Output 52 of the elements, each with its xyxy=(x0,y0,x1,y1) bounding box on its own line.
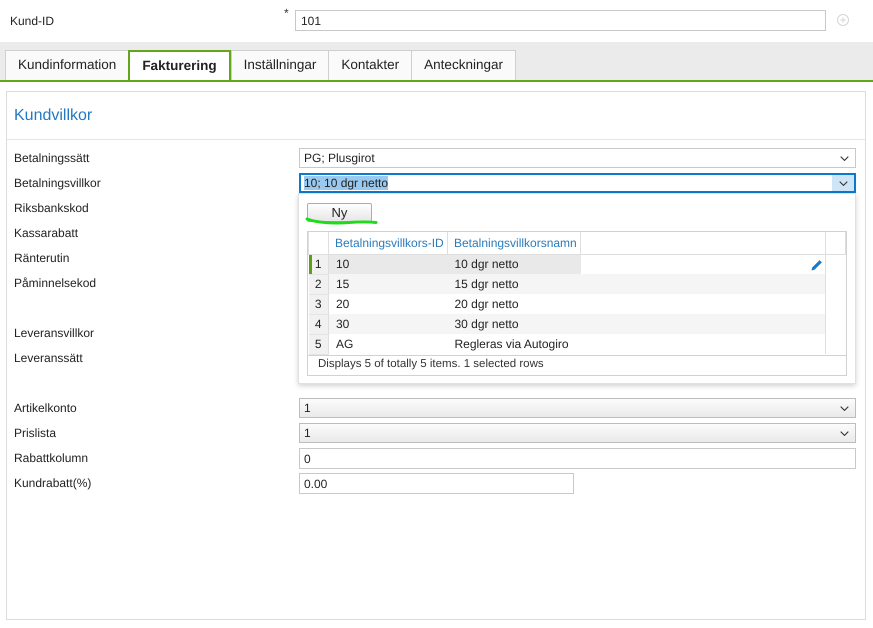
field-label: Kundrabatt(%) xyxy=(14,476,92,490)
field-label: Prislista xyxy=(14,426,58,440)
select-field[interactable]: 1 xyxy=(299,398,856,418)
tab[interactable]: Kontakter xyxy=(328,50,412,80)
table-cell: 10 dgr netto xyxy=(448,254,580,274)
row-number: 4 xyxy=(308,314,328,334)
tab[interactable]: Inställningar xyxy=(230,50,330,80)
new-button[interactable]: Ny xyxy=(307,203,372,222)
chevron-down-icon xyxy=(840,156,848,160)
text-field[interactable]: 101 xyxy=(295,10,826,31)
table-cell: 20 dgr netto xyxy=(448,294,580,314)
tab[interactable]: Anteckningar xyxy=(411,50,516,80)
select-field[interactable]: 10; 10 dgr netto xyxy=(299,173,856,193)
table-cell: 15 xyxy=(328,274,448,294)
row-number: 3 xyxy=(308,294,328,314)
field-label: Betalningsvillkor xyxy=(14,176,102,190)
tab[interactable]: Kundinformation xyxy=(5,50,130,80)
row-number: 1 xyxy=(308,254,328,274)
chevron-down-icon xyxy=(840,430,848,436)
table-cell: 15 dgr netto xyxy=(448,274,580,294)
required-mark: * xyxy=(284,7,290,22)
chevron-down-icon xyxy=(838,180,848,186)
section-title: Kundvillkor xyxy=(14,106,92,126)
select-field[interactable]: 1 xyxy=(299,423,856,443)
table-cell: AG xyxy=(328,334,448,354)
text-field[interactable]: 0.00 xyxy=(299,473,574,494)
field-label: Leveransvillkor xyxy=(14,326,96,340)
table-cell: 10 xyxy=(328,254,448,274)
text-field[interactable]: 0 xyxy=(299,448,856,469)
field-label: Riksbankskod xyxy=(14,200,90,216)
field-label: Rabattkolumn xyxy=(14,450,90,466)
pencil-icon[interactable] xyxy=(811,258,823,271)
table-row[interactable]: 1 10 10 dgr netto xyxy=(308,254,846,274)
column-header[interactable]: Betalningsvillkors-ID xyxy=(328,232,448,254)
field-label: Betalningssätt xyxy=(14,150,90,166)
tab[interactable]: Fakturering xyxy=(128,50,231,80)
grid-status-text: Displays 5 of totally 5 items. 1 selected rows xyxy=(308,354,846,374)
field-label: Kund-ID xyxy=(10,13,56,30)
table-cell: 30 dgr netto xyxy=(448,314,580,334)
table-cell: 30 xyxy=(328,314,448,334)
field-label: Artikelkonto xyxy=(14,400,78,416)
field-label: Påminnelsekod xyxy=(14,276,98,290)
chevron-down-icon xyxy=(840,406,848,410)
column-header[interactable]: Betalningsvillkorsnamn xyxy=(448,232,580,254)
select-field[interactable]: PG; Plusgirot xyxy=(299,148,856,168)
table-cell: 20 xyxy=(328,294,448,314)
field-label: Kassarabatt xyxy=(14,226,80,240)
field-label: Leveranssätt xyxy=(14,350,84,366)
field-label: Ränterutin xyxy=(14,250,70,266)
row-number: 5 xyxy=(308,334,328,354)
table-cell: Regleras via Autogiro xyxy=(448,334,580,354)
row-number: 2 xyxy=(308,274,328,294)
